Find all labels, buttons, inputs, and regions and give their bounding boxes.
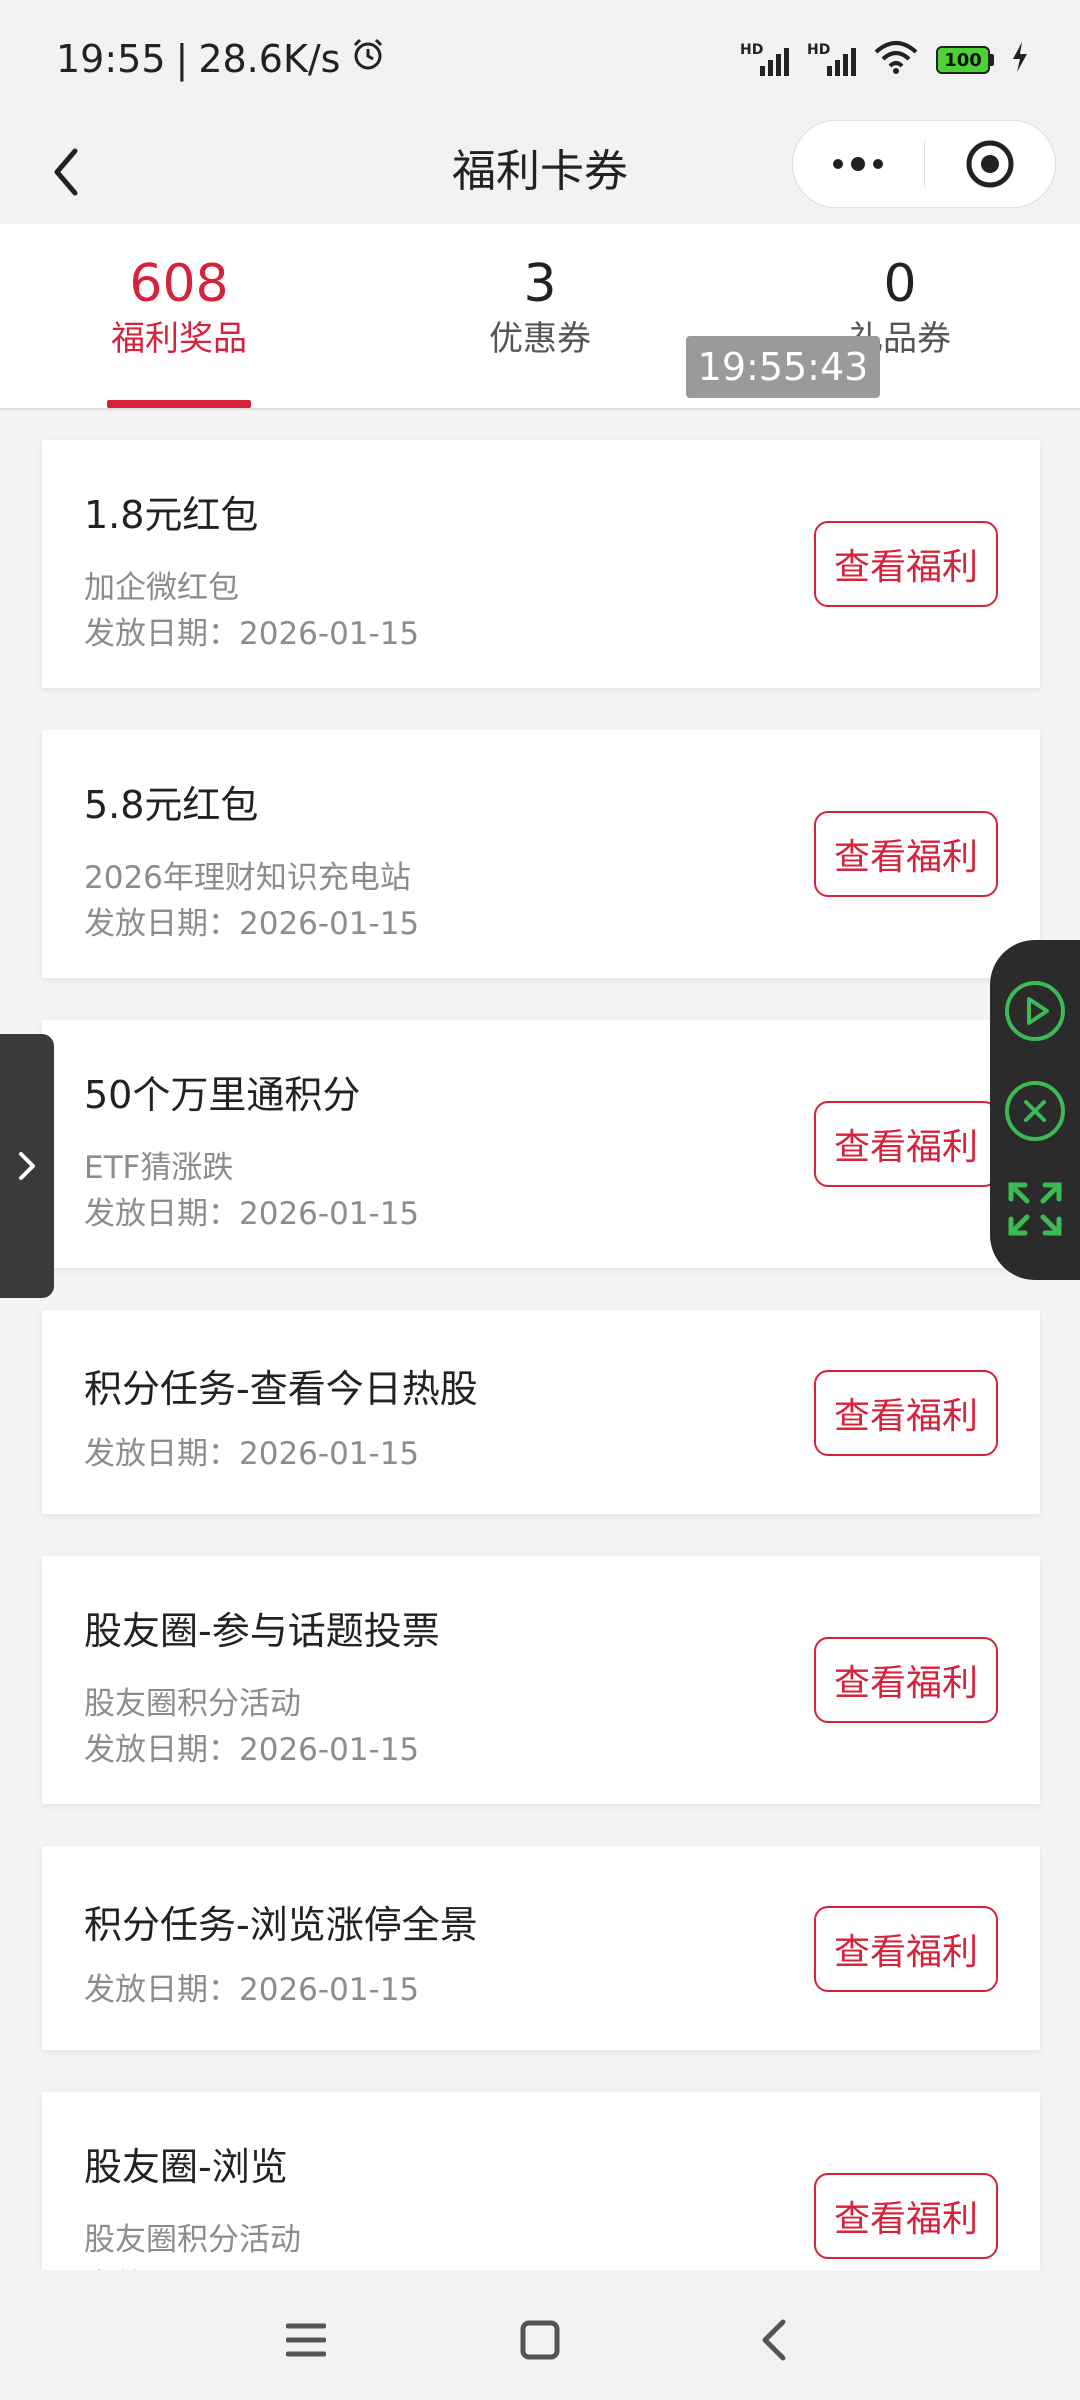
status-right: HD HD 100 [740,40,1028,80]
tab-coupons[interactable]: 3 优惠券 [440,254,640,364]
hd-label: HD [740,42,764,58]
tab-count: 0 [883,254,917,314]
back-arrow-icon [762,2319,786,2361]
signal-icon: HD [740,42,789,76]
status-separator: | [175,36,189,81]
status-left: 19:55 | 28.6K/s [56,36,386,81]
welfare-card: 50个万里通积分 ETF猜涨跌 发放日期：2026-01-15 查看福利 [42,1020,1040,1268]
card-date: 发放日期：2026-01-15 [84,1972,420,2008]
menu-icon [286,2323,326,2357]
more-dots-icon [833,157,884,171]
battery-level: 100 [936,46,990,74]
card-title: 积分任务-浏览涨停全景 [84,1903,478,1947]
menu-button[interactable] [276,2310,336,2370]
tab-label: 优惠券 [489,319,591,359]
card-title: 1.8元红包 [84,493,259,537]
battery-icon: 100 [936,46,994,74]
welfare-card: 5.8元红包 2026年理财知识充电站 发放日期：2026-01-15 查看福利 [42,730,1040,978]
alarm-icon [350,36,386,81]
status-time: 19:55 [56,36,166,81]
card-title: 积分任务-查看今日热股 [84,1367,478,1411]
charging-icon [1012,42,1028,78]
view-welfare-button[interactable]: 查看福利 [814,1370,998,1456]
card-title: 50个万里通积分 [84,1073,361,1117]
miniprogram-capsule [792,120,1056,208]
welfare-card: 股友圈-浏览 股友圈积分活动 发放日期：2026-01-15 查看福利 [42,2092,1040,2270]
card-date: 发放日期：2026-01-15 [84,906,420,942]
card-date: 发放日期：2026-01-15 [84,1436,420,1472]
card-date: 发放日期：2026-01-15 [84,1196,420,1232]
system-back-button[interactable] [744,2310,804,2370]
card-title: 5.8元红包 [84,783,259,827]
home-button[interactable] [510,2310,570,2370]
view-welfare-button[interactable]: 查看福利 [814,1637,998,1723]
hd-label-2: HD [807,42,831,58]
tab-label: 福利奖品 [111,319,247,359]
card-title: 股友圈-参与话题投票 [84,1609,440,1653]
card-source: 股友圈积分活动 [84,1686,301,1722]
chevron-left-icon [54,148,78,196]
wifi-icon [874,40,918,80]
chevron-right-icon [19,1152,35,1180]
card-source: 2026年理财知识充电站 [84,860,411,896]
welfare-list: 1.8元红包 加企微红包 发放日期：2026-01-15 查看福利 5.8元红包… [0,410,1080,2270]
expand-icon [1008,1182,1062,1236]
tab-welfare-prizes[interactable]: 608 福利奖品 [79,254,279,364]
close-miniprogram-button[interactable] [925,121,1056,207]
welfare-card: 1.8元红包 加企微红包 发放日期：2026-01-15 查看福利 [42,440,1040,688]
status-bar: 19:55 | 28.6K/s HD HD 100 [0,0,1080,120]
home-square-icon [520,2320,560,2360]
active-tab-indicator [107,400,251,408]
close-button[interactable] [1002,1078,1068,1144]
view-welfare-button[interactable]: 查看福利 [814,1906,998,1992]
play-circle-icon [1005,981,1065,1041]
welfare-card: 股友圈-参与话题投票 股友圈积分活动 发放日期：2026-01-15 查看福利 [42,1556,1040,1804]
target-icon [966,140,1014,188]
back-button[interactable] [36,142,96,202]
tab-bar: 608 福利奖品 3 优惠券 0 礼品券 [0,224,1080,410]
close-circle-icon [1005,1081,1065,1141]
system-nav-bar [0,2270,1080,2400]
view-welfare-button[interactable]: 查看福利 [814,811,998,897]
nav-bar: 福利卡券 [0,120,1080,224]
card-date: 发放日期：2026-01-15 [84,2260,419,2270]
card-source: 股友圈积分活动 [84,2222,301,2258]
network-speed: 28.6K/s [198,36,341,81]
welfare-card: 积分任务-浏览涨停全景 发放日期：2026-01-15 查看福利 [42,1846,1040,2050]
side-drawer-handle[interactable] [0,1034,54,1298]
fullscreen-button[interactable] [1002,1176,1068,1242]
card-date: 发放日期：2026-01-15 [84,1732,420,1768]
card-title: 股友圈-浏览 [84,2145,288,2189]
tab-count: 608 [129,254,229,314]
card-source: 加企微红包 [84,570,239,606]
tab-count: 3 [523,254,557,314]
view-welfare-button[interactable]: 查看福利 [814,1101,998,1187]
view-welfare-button[interactable]: 查看福利 [814,521,998,607]
card-date: 发放日期：2026-01-15 [84,616,420,652]
floating-control-panel [990,940,1080,1280]
timestamp-overlay: 19:55:43 [686,336,880,398]
signal-icon-2: HD [807,42,856,76]
view-welfare-button[interactable]: 查看福利 [814,2173,998,2259]
card-source: ETF猜涨跌 [84,1150,234,1186]
play-button[interactable] [1002,978,1068,1044]
more-button[interactable] [793,121,924,207]
welfare-card: 积分任务-查看今日热股 发放日期：2026-01-15 查看福利 [42,1310,1040,1514]
